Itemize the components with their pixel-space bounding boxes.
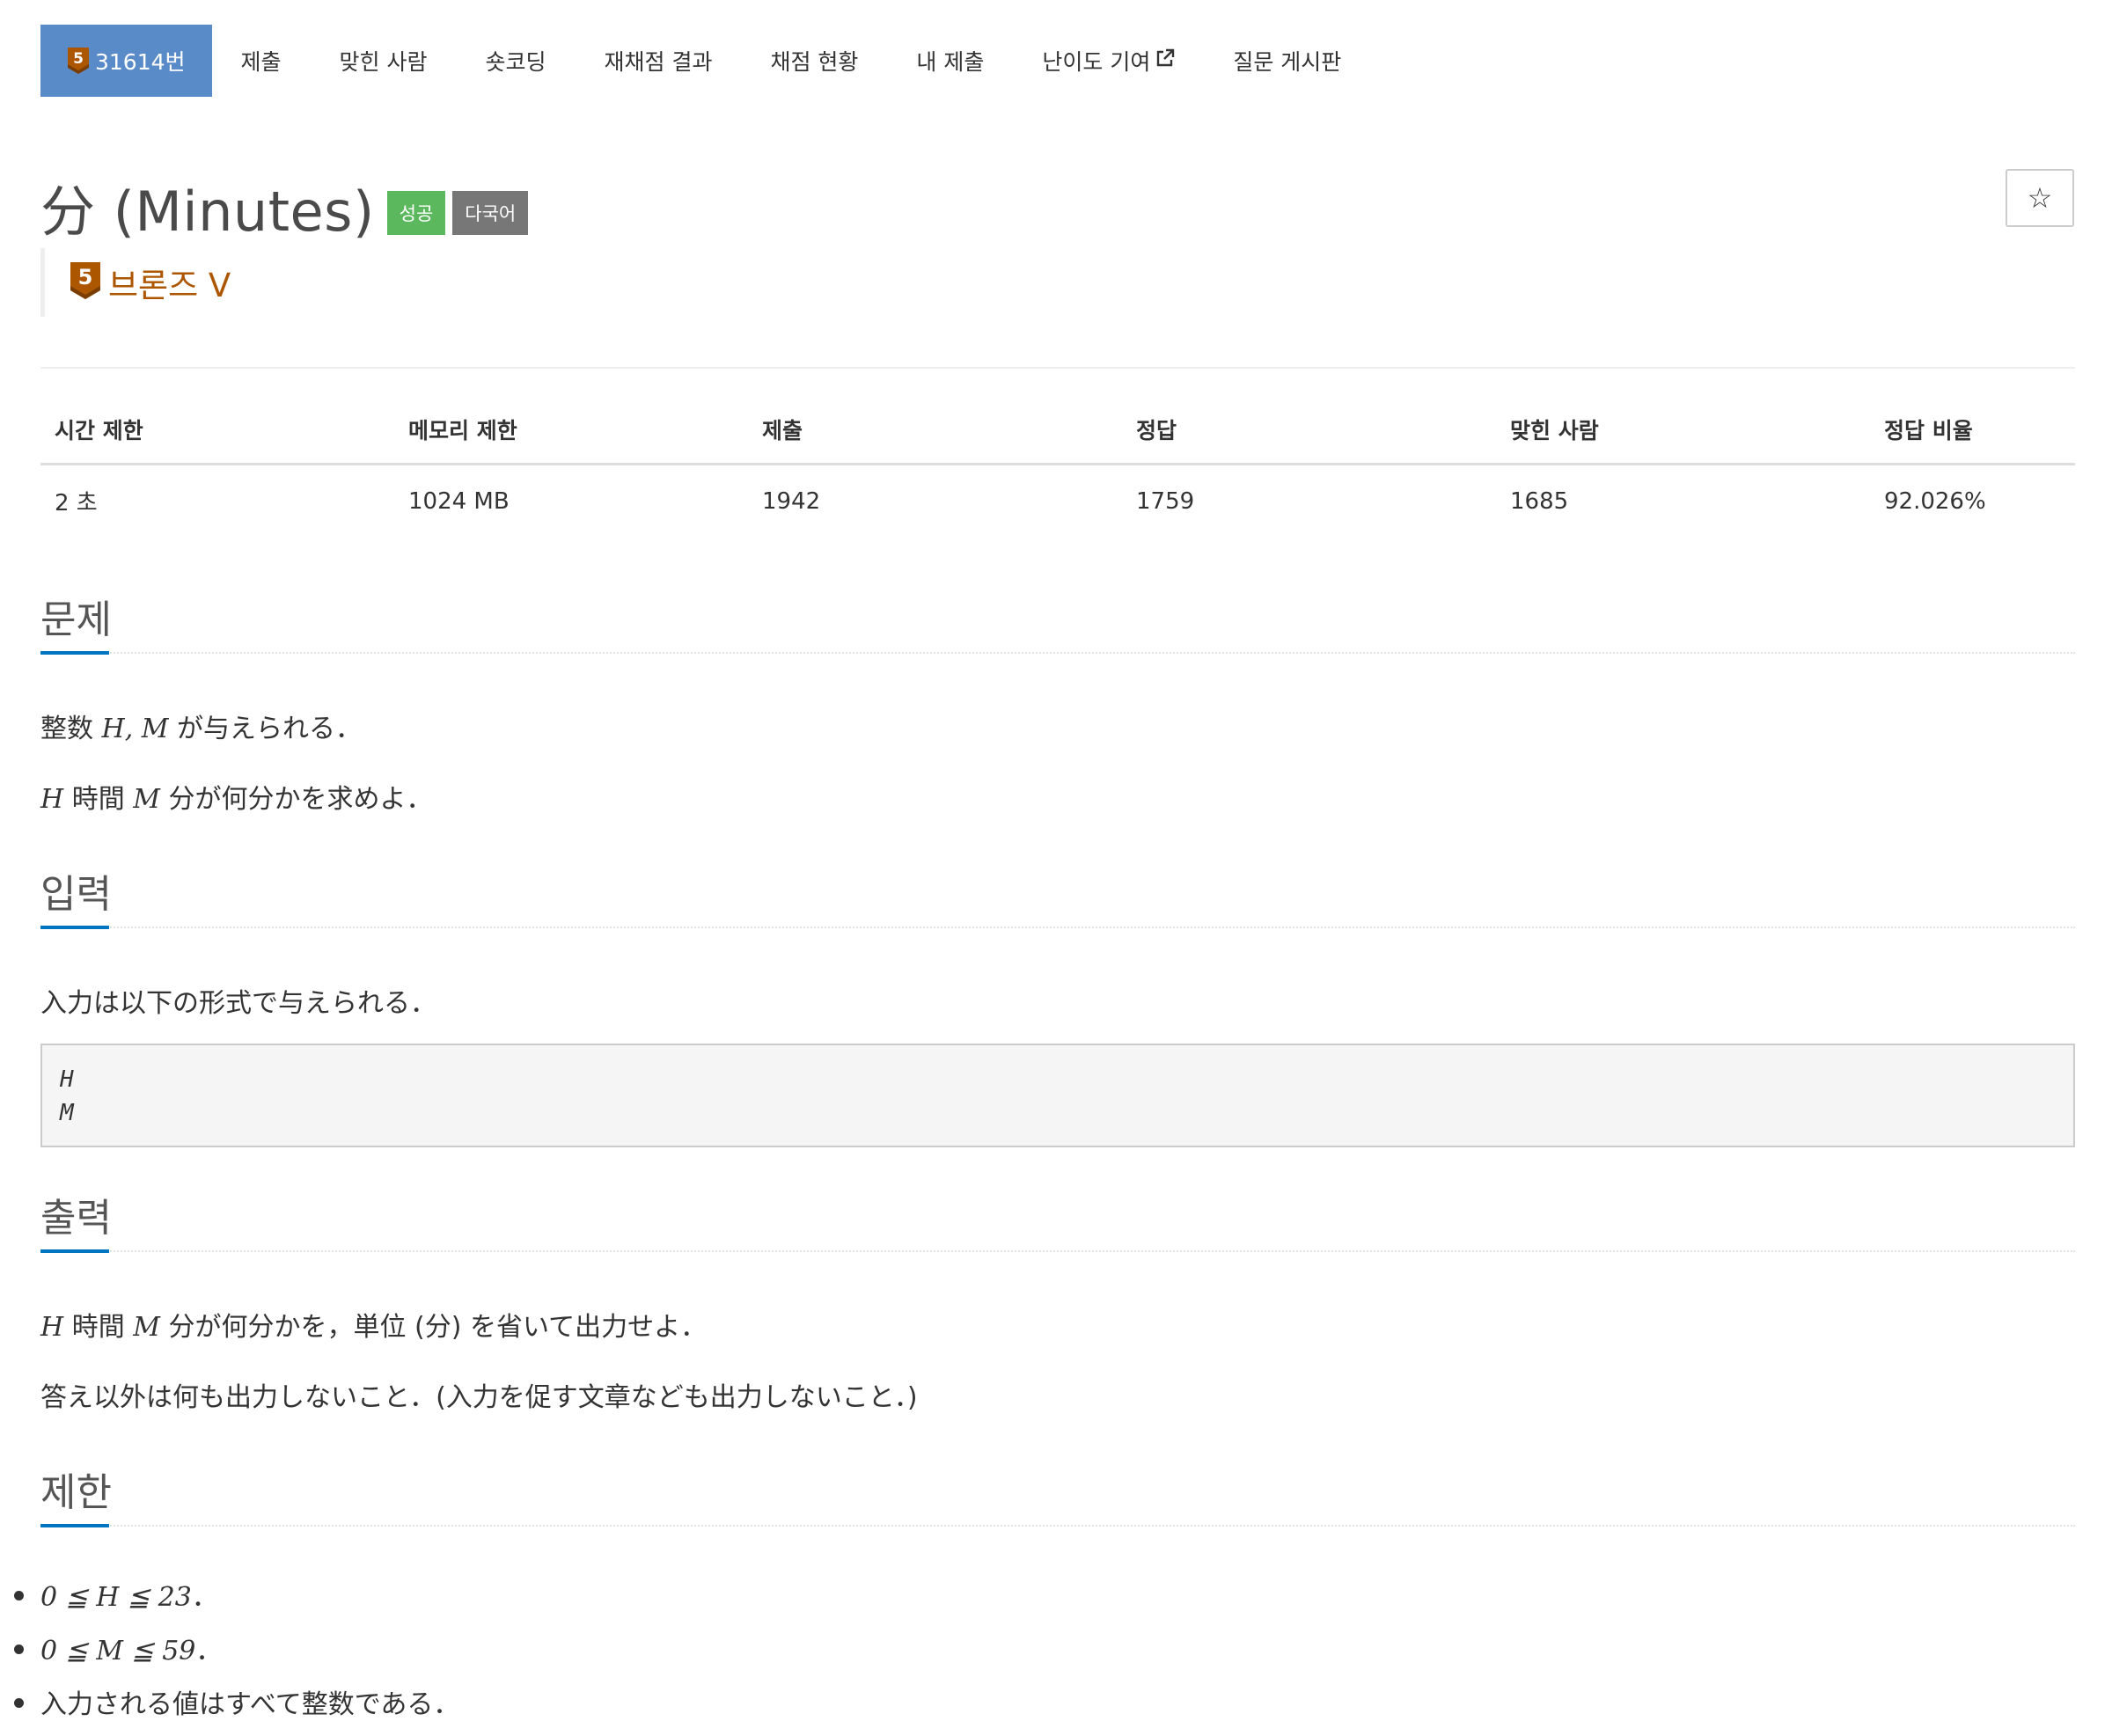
limits-list: 0 ≦ H ≦ 23． 0 ≦ M ≦ 59． 入力される値はすべて整数である． (13, 1575, 459, 1736)
section-problem-title: 문제 (40, 597, 112, 642)
section-divider (40, 927, 2075, 928)
tab-question-board-label: 질문 게시판 (1233, 49, 1342, 75)
svg-text:5: 5 (73, 50, 84, 68)
section-limits-header: 제한 (40, 1461, 2075, 1527)
section-divider (40, 652, 2075, 654)
time-limit-value: 2 초 (55, 490, 98, 516)
tab-difficulty-label: 난이도 기여 (1042, 49, 1151, 75)
tab-status[interactable]: 채점 현황 (741, 25, 887, 97)
section-problem: 문제 整数 H, M が与えられる． H 時間 M 分が何分かを求めよ． (40, 588, 2075, 817)
section-input-header: 입력 (40, 862, 2075, 929)
section-problem-header: 문제 (40, 588, 2075, 655)
section-input: 입력 入力は以下の形式で与えられる． H M (40, 862, 2075, 1147)
memory-limit-value: 1024 MB (408, 487, 510, 515)
header-solved-users: 맞힌 사람 (1496, 414, 1870, 465)
header-memory-limit: 메모리 제한 (394, 414, 748, 465)
section-output-title: 출력 (40, 1196, 112, 1241)
tab-short-coding-label: 숏코딩 (485, 49, 546, 75)
problem-statement-2: H 時間 M 分が何分かを求めよ． (40, 784, 433, 815)
tab-status-label: 채점 현황 (770, 49, 859, 75)
output-description-1: H 時間 M 分が何分かを，単位 (分) を省いて出力せよ． (40, 1312, 708, 1343)
multilang-badge: 다국어 (452, 191, 529, 235)
header-time-limit: 시간 제한 (40, 414, 394, 465)
input-description: 入力は以下の形式で与えられる． (40, 988, 436, 1019)
section-input-title: 입력 (40, 872, 112, 917)
section-output: 출력 H 時間 M 分が何分かを，単位 (分) を省いて出力せよ． 答え以外は何… (40, 1186, 2075, 1415)
tab-question-board[interactable]: 질문 게시판 (1204, 25, 1370, 97)
header-submissions: 제출 (748, 414, 1122, 465)
tab-short-coding[interactable]: 숏코딩 (457, 25, 576, 97)
star-icon: ☆ (2027, 181, 2053, 215)
input-format-line: M (60, 1100, 74, 1126)
input-format-line: H (60, 1066, 74, 1093)
list-item: 0 ≦ M ≦ 59． (13, 1629, 459, 1682)
tab-my-submissions-label: 내 제출 (916, 49, 985, 75)
section-underline (40, 926, 109, 929)
tab-rejudge-label: 재채점 결과 (604, 49, 713, 75)
input-format-block: H M (40, 1044, 2075, 1147)
accept-ratio-value: 92.026% (1884, 487, 1986, 515)
section-underline (40, 651, 109, 655)
tab-my-submissions[interactable]: 내 제출 (887, 25, 1013, 97)
tab-solved-users-label: 맞힌 사람 (339, 49, 428, 75)
problem-page: 5 31614번 제출 맞힌 사람 숏코딩 재채점 결과 채점 현황 내 제출 … (0, 0, 2112, 1730)
section-limits: 제한 0 ≦ H ≦ 23． 0 ≦ M ≦ 59． 入力される値はすべて整数で… (13, 1461, 2075, 1725)
section-limits-title: 제한 (40, 1470, 112, 1515)
external-link-icon (1155, 48, 1175, 73)
header-accept-ratio: 정답 비율 (1870, 414, 2075, 465)
section-output-header: 출력 (40, 1186, 2075, 1253)
tab-problem[interactable]: 5 31614번 (40, 25, 212, 97)
list-item: 入力される値はすべて整数である． (13, 1682, 459, 1736)
problem-title-row: 分 (Minutes) 성공 다국어 (40, 167, 529, 246)
table-row: 2 초 1024 MB 1942 1759 1685 92.026% (40, 465, 2075, 518)
problem-statement-1: 整数 H, M が与えられる． (40, 714, 363, 744)
tab-submit-label: 제출 (240, 49, 282, 75)
tab-rejudge[interactable]: 재채점 결과 (576, 25, 742, 97)
divider (40, 367, 2075, 369)
tier-name: 브론즈 V (108, 267, 231, 304)
bronze-tier-icon: 5 (67, 47, 90, 75)
section-divider (40, 1250, 2075, 1252)
submissions-value: 1942 (762, 487, 821, 515)
section-underline (40, 1249, 109, 1253)
tab-solved-users[interactable]: 맞힌 사람 (311, 25, 457, 97)
table-header-row: 시간 제한 메모리 제한 제출 정답 맞힌 사람 정답 비율 (40, 414, 2075, 465)
svg-text:5: 5 (78, 265, 93, 289)
favorite-star-button[interactable]: ☆ (2006, 169, 2074, 227)
problem-tier: 5 브론즈 V (40, 248, 231, 317)
section-underline (40, 1524, 109, 1527)
status-badge-success: 성공 (386, 191, 446, 235)
header-accepted: 정답 (1122, 414, 1496, 465)
problem-title: 分 (Minutes) (40, 179, 375, 244)
accepted-value: 1759 (1136, 487, 1195, 515)
problem-tab-nav: 5 31614번 제출 맞힌 사람 숏코딩 재채점 결과 채점 현황 내 제출 … (40, 25, 1370, 97)
tab-problem-label: 31614번 (95, 49, 186, 75)
list-item: 0 ≦ H ≦ 23． (13, 1575, 459, 1629)
problem-info-table: 시간 제한 메모리 제한 제출 정답 맞힌 사람 정답 비율 2 초 1024 … (40, 414, 2075, 517)
output-description-2: 答え以外は何も出力しないこと．(入力を促す文章なども出力しないこと．) (40, 1382, 918, 1413)
tab-submit[interactable]: 제출 (212, 25, 311, 97)
section-divider (40, 1525, 2075, 1527)
bronze-tier-badge-icon: 5 (70, 261, 101, 304)
tab-difficulty-contribution[interactable]: 난이도 기여 (1013, 25, 1204, 97)
solved-users-value: 1685 (1510, 487, 1569, 515)
